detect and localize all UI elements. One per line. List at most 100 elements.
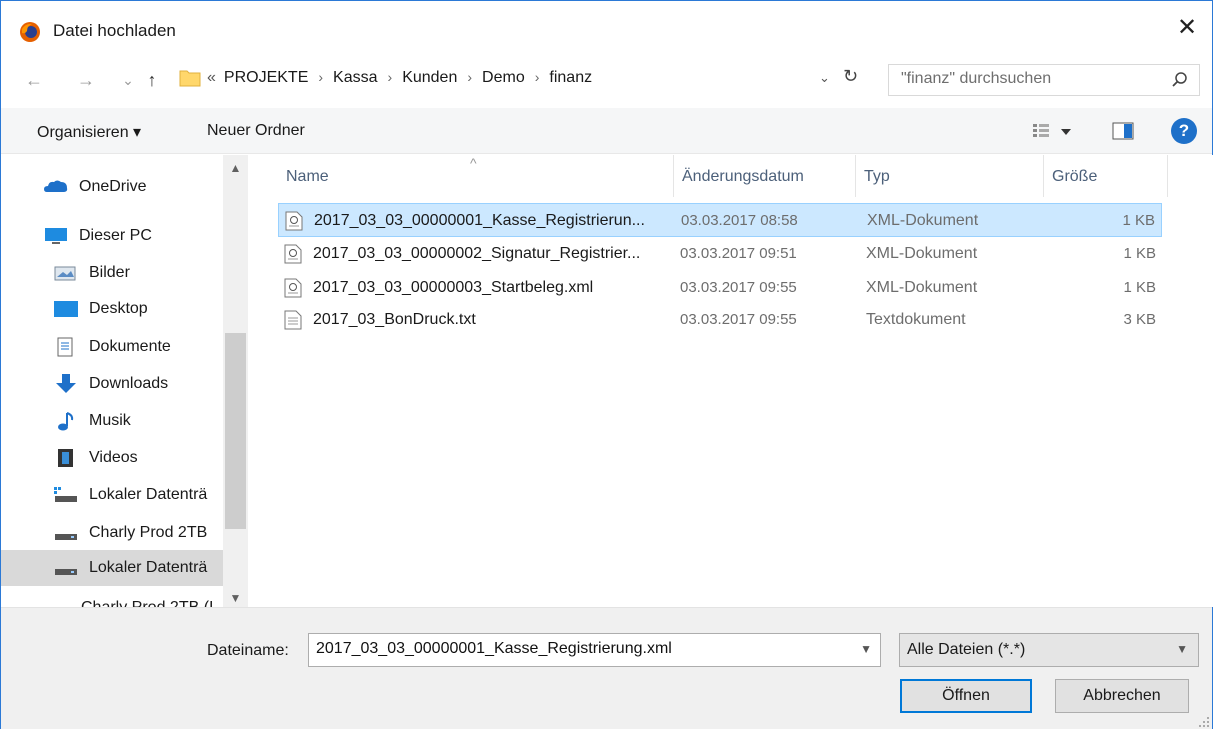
sidebar-item-downloads[interactable]: Downloads [1, 366, 223, 402]
close-button[interactable]: ✕ [1174, 15, 1200, 41]
file-type: XML-Dokument [866, 245, 978, 262]
title-bar: Datei hochladen ✕ [1, 1, 1212, 63]
sidebar-item-label: Videos [89, 449, 138, 466]
command-toolbar: Organisieren ▾ Neuer Ordner ? [1, 108, 1212, 154]
file-list: Name ^ Änderungsdatum Typ Größe 2017_03_… [248, 155, 1213, 607]
refresh-button[interactable]: ↻ [843, 66, 858, 87]
sidebar-item-musik[interactable]: Musik [1, 403, 223, 439]
folder-icon [179, 70, 201, 87]
column-header-name[interactable]: Name ^ [278, 155, 674, 197]
sidebar-item-label: Charly Prod 2TB (I [81, 599, 213, 607]
drive-icon [54, 487, 77, 502]
breadcrumb-kassa[interactable]: Kassa [333, 69, 377, 87]
xml-file-icon [284, 278, 302, 298]
sidebar-item-charly-prod-2tb[interactable]: Charly Prod 2TB [1, 515, 223, 551]
search-box[interactable] [888, 64, 1200, 96]
column-header-label: Typ [864, 168, 890, 185]
scroll-up-arrow-icon[interactable]: ▲ [223, 161, 248, 177]
sidebar-item-bilder[interactable]: Bilder [1, 255, 223, 291]
chevron-down-icon[interactable]: ▼ [860, 642, 872, 656]
file-name: 2017_03_03_00000002_Signatur_Registrier.… [313, 245, 641, 262]
music-icon [58, 412, 74, 431]
column-header-type[interactable]: Typ [856, 155, 1044, 197]
file-date: 03.03.2017 09:55 [680, 311, 797, 328]
scrollbar-thumb[interactable] [225, 333, 246, 529]
forward-button[interactable]: → [75, 69, 97, 91]
breadcrumb-separator[interactable]: › [388, 69, 393, 87]
filename-combobox[interactable]: ▼ [308, 633, 881, 667]
dialog-footer: Dateiname: ▼ Alle Dateien (*.*) ▼ Öffnen… [1, 607, 1212, 729]
address-bar[interactable]: « PROJEKTE › Kassa › Kunden › Demo › fin… [179, 64, 869, 94]
sidebar-item-label: Lokaler Datenträ [89, 559, 208, 576]
sidebar-item-lokaler-datentraeger-2[interactable]: Lokaler Datenträ [1, 550, 223, 586]
onedrive-icon [44, 180, 68, 192]
drive-icon [55, 569, 77, 575]
file-name: 2017_03_03_00000001_Kasse_Registrierun..… [314, 212, 645, 229]
sidebar-item-onedrive[interactable]: OneDrive [1, 169, 223, 205]
column-header-label: Größe [1052, 168, 1098, 185]
pictures-icon [54, 266, 76, 281]
file-type: XML-Dokument [866, 279, 978, 296]
sidebar-item-label: Charly Prod 2TB [89, 524, 208, 541]
file-row[interactable]: 2017_03_03_00000001_Kasse_Registrierun..… [278, 203, 1162, 237]
file-upload-dialog: Datei hochladen ✕ ← → ⌄ ↑ « PROJEKTE › K… [0, 0, 1213, 729]
file-row[interactable]: 2017_03_03_00000002_Signatur_Registrier.… [278, 237, 1162, 271]
file-date: 03.03.2017 08:58 [681, 212, 798, 229]
recent-locations-button[interactable]: ⌄ [117, 69, 139, 91]
help-icon[interactable]: ? [1171, 118, 1197, 144]
breadcrumb-demo[interactable]: Demo [482, 69, 525, 87]
filename-input[interactable] [316, 640, 846, 658]
breadcrumb-projekte[interactable]: PROJEKTE [224, 69, 308, 87]
address-dropdown-button[interactable]: ⌄ [819, 70, 830, 86]
up-button[interactable]: ↑ [141, 69, 163, 91]
text-file-icon [284, 310, 302, 330]
file-type-filter-value: Alle Dateien (*.*) [907, 641, 1026, 658]
cancel-button[interactable]: Abbrechen [1055, 679, 1189, 713]
sidebar-item-dokumente[interactable]: Dokumente [1, 329, 223, 365]
organize-menu-button[interactable]: Organisieren ▾ [37, 122, 141, 142]
sidebar-item-charly-prod-2tb-2[interactable]: Charly Prod 2TB (I [1, 595, 223, 607]
breadcrumb-separator[interactable]: › [467, 69, 472, 87]
back-button[interactable]: ← [23, 69, 45, 91]
change-view-icon[interactable] [1031, 121, 1075, 141]
breadcrumb-kunden[interactable]: Kunden [402, 69, 457, 87]
documents-icon [57, 337, 73, 357]
breadcrumb-finanz[interactable]: finanz [549, 69, 592, 87]
sidebar-item-label: Musik [89, 412, 131, 429]
open-button[interactable]: Öffnen [900, 679, 1032, 713]
sidebar-item-videos[interactable]: Videos [1, 440, 223, 476]
xml-file-icon [284, 244, 302, 264]
sidebar-item-label: Dokumente [89, 338, 171, 355]
column-header-label: Änderungsdatum [682, 168, 804, 185]
sidebar-item-label: Bilder [89, 264, 130, 281]
column-header-date[interactable]: Änderungsdatum [674, 155, 856, 197]
sidebar-item-label: OneDrive [79, 178, 147, 195]
sidebar-item-desktop[interactable]: Desktop [1, 291, 223, 327]
breadcrumb-overflow[interactable]: « [207, 69, 216, 87]
file-size: 1 KB [1123, 279, 1156, 296]
new-folder-button[interactable]: Neuer Ordner [207, 122, 305, 140]
sidebar-item-dieser-pc[interactable]: Dieser PC [1, 218, 223, 254]
desktop-icon [54, 301, 78, 317]
search-icon[interactable] [1171, 71, 1189, 89]
column-header-label: Name [286, 168, 329, 185]
sort-ascending-icon: ^ [470, 155, 477, 171]
sidebar-scrollbar[interactable]: ▲ ▼ [223, 155, 248, 607]
preview-pane-icon[interactable] [1112, 122, 1134, 140]
column-header-size[interactable]: Größe [1044, 155, 1168, 197]
file-row[interactable]: 2017_03_BonDruck.txt 03.03.2017 09:55 Te… [278, 303, 1162, 337]
sidebar-item-label: Dieser PC [79, 227, 152, 244]
breadcrumb-separator[interactable]: › [535, 69, 540, 87]
sidebar-item-lokaler-datentraeger[interactable]: Lokaler Datenträ [1, 477, 223, 513]
firefox-icon [20, 22, 40, 42]
file-row[interactable]: 2017_03_03_00000003_Startbeleg.xml 03.03… [278, 271, 1162, 305]
file-type-filter-select[interactable]: Alle Dateien (*.*) ▼ [899, 633, 1199, 667]
breadcrumb-separator[interactable]: › [318, 69, 323, 87]
resize-grip-icon[interactable] [1198, 716, 1210, 728]
file-size: 1 KB [1123, 245, 1156, 262]
search-input[interactable] [901, 70, 1161, 88]
videos-icon [58, 449, 73, 467]
sidebar-item-label: Lokaler Datenträ [89, 486, 208, 503]
scroll-down-arrow-icon[interactable]: ▼ [223, 591, 248, 607]
file-type: XML-Dokument [867, 212, 979, 229]
